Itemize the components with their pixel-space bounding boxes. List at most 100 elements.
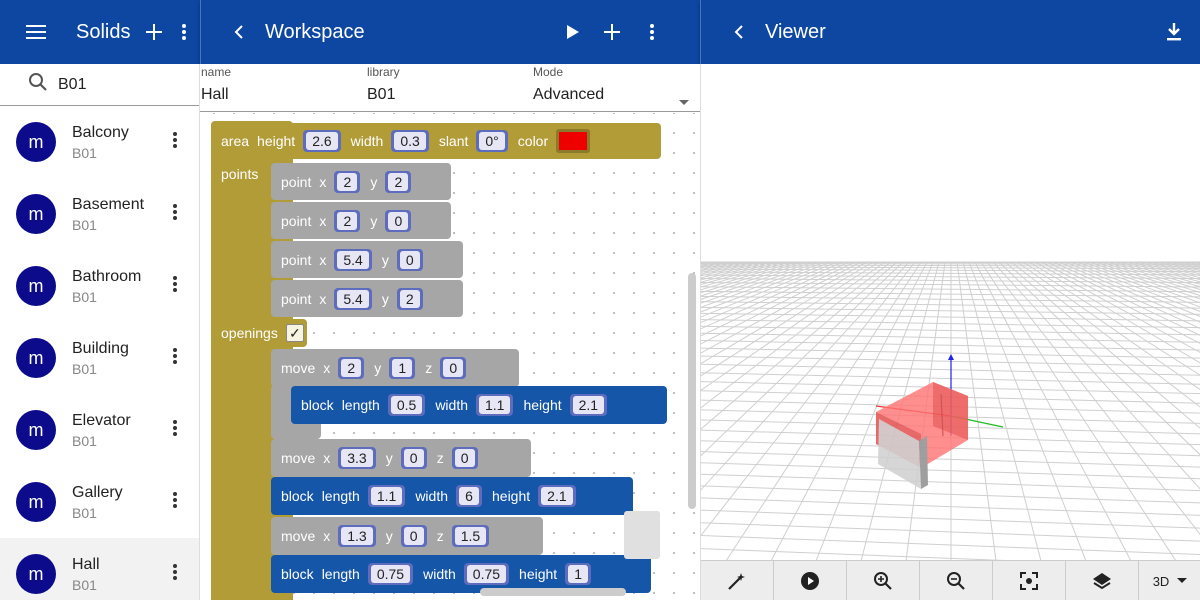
more-vert-icon[interactable]	[173, 132, 177, 153]
point-x-input[interactable]: 2	[334, 209, 361, 232]
dropdown-arrow-icon	[679, 93, 689, 111]
vertical-scrollbar[interactable]	[688, 273, 696, 509]
mode-label: Mode	[533, 65, 564, 79]
more-vert-icon[interactable]	[173, 276, 177, 297]
zoom-in-icon[interactable]	[847, 561, 920, 600]
blockly-canvas[interactable]: area height 2.6 width 0.3 slant 0° color…	[200, 113, 700, 600]
list-item[interactable]: m Gallery B01	[0, 466, 199, 538]
search-icon	[28, 72, 48, 97]
play-icon[interactable]	[555, 14, 591, 50]
add-icon[interactable]	[136, 14, 172, 50]
library-value: B01	[367, 86, 396, 103]
chevron-left-icon[interactable]	[227, 14, 251, 50]
trash-icon[interactable]	[624, 511, 660, 559]
move-block[interactable]: move x 1.3 y 0 z 1.5	[271, 517, 543, 555]
dropdown-arrow-icon	[1177, 578, 1188, 583]
more-vert-icon[interactable]	[173, 492, 177, 513]
menu-icon[interactable]	[18, 14, 54, 50]
search-input[interactable]	[58, 75, 178, 94]
point-block[interactable]: point x 5.4 y 2	[271, 280, 463, 317]
library-label: library	[367, 65, 400, 79]
solids-panel: m Balcony B01 m Basement B01 m Bathroom B01 m Buil…	[0, 64, 200, 600]
horizontal-scrollbar[interactable]	[480, 588, 626, 596]
avatar: m	[16, 122, 56, 162]
solid-name: Basement	[72, 195, 145, 213]
hall-solid	[876, 382, 968, 489]
list-item[interactable]: m Basement B01	[0, 178, 199, 250]
layers-icon[interactable]	[1066, 561, 1139, 600]
add-icon[interactable]	[594, 14, 630, 50]
color-keyword: color	[517, 133, 549, 149]
solid-library: B01	[72, 216, 97, 233]
library-field[interactable]: library B01	[367, 64, 400, 104]
color-swatch[interactable]	[556, 129, 591, 153]
mode-select[interactable]: Mode Advanced	[533, 64, 697, 105]
solids-appbar: Solids	[0, 0, 200, 64]
solid-name: Bathroom	[72, 267, 142, 285]
more-vert-icon[interactable]	[173, 204, 177, 225]
solid-name: Elevator	[72, 411, 131, 429]
play-circle-icon[interactable]	[774, 561, 847, 600]
area-height-input[interactable]: 2.6	[303, 130, 341, 152]
avatar: m	[16, 338, 56, 378]
point-x-input[interactable]: 5.4	[334, 287, 372, 310]
list-item[interactable]: m Bathroom B01	[0, 250, 199, 322]
solids-list: m Balcony B01 m Basement B01 m Bathroom B01 m Buil…	[0, 106, 199, 600]
viewer-title: Viewer	[765, 20, 826, 43]
move-block[interactable]: move x 2 y 1 z 0	[271, 349, 519, 387]
center-focus-icon[interactable]	[993, 561, 1066, 600]
name-label: name	[201, 65, 232, 79]
solid-name: Balcony	[72, 123, 129, 141]
point-y-input[interactable]: 2	[385, 170, 412, 193]
more-vert-icon[interactable]	[173, 348, 177, 369]
more-vert-icon[interactable]	[172, 14, 196, 50]
move-block[interactable]: move x 3.3 y 0 z 0	[271, 439, 531, 477]
point-block[interactable]: point x 2 y 2	[271, 163, 451, 200]
solid-library: B01	[72, 432, 97, 449]
list-item[interactable]: m Elevator B01	[0, 394, 199, 466]
openings-checkbox[interactable]: ✓	[285, 324, 304, 342]
solid-fields: name Hall library B01 Mode Advanced	[200, 64, 700, 112]
avatar: m	[16, 482, 56, 522]
solid-library: B01	[72, 288, 97, 305]
point-block[interactable]: point x 5.4 y 0	[271, 241, 463, 278]
area-slant-input[interactable]: 0°	[476, 130, 508, 152]
zoom-out-icon[interactable]	[920, 561, 993, 600]
solid-library: B01	[72, 576, 97, 593]
more-vert-icon[interactable]	[173, 564, 177, 585]
area-block[interactable]: area height 2.6 width 0.3 slant 0° color	[211, 123, 661, 159]
opening-block[interactable]: block length 0.5 width 1.1 height 2.1	[291, 386, 667, 424]
more-vert-icon[interactable]	[634, 14, 670, 50]
dimension-select[interactable]: 3D	[1139, 561, 1200, 600]
list-item[interactable]: m Building B01	[0, 322, 199, 394]
workspace-title: Workspace	[265, 20, 365, 43]
search-bar	[0, 64, 199, 106]
point-x-input[interactable]: 5.4	[334, 248, 372, 271]
list-item[interactable]: m Hall B01	[0, 538, 199, 600]
height-keyword: height	[257, 133, 296, 149]
3d-scene[interactable]	[701, 64, 1200, 560]
solid-library: B01	[72, 504, 97, 521]
point-y-input[interactable]: 0	[396, 248, 423, 271]
download-icon[interactable]	[1156, 14, 1192, 50]
list-item[interactable]: m Balcony B01	[0, 106, 199, 178]
point-y-input[interactable]: 0	[385, 209, 412, 232]
opening-block[interactable]: block length 1.1 width 6 height 2.1	[271, 477, 633, 515]
point-y-input[interactable]: 2	[396, 287, 423, 310]
dimension-value: 3D	[1152, 573, 1170, 589]
avatar: m	[16, 266, 56, 306]
point-block[interactable]: point x 2 y 0	[271, 202, 451, 239]
avatar: m	[16, 554, 56, 594]
chevron-left-icon[interactable]	[727, 14, 751, 50]
area-width-input[interactable]: 0.3	[391, 130, 429, 152]
solid-name: Building	[72, 339, 129, 357]
area-keyword: area	[221, 133, 250, 149]
avatar: m	[16, 410, 56, 450]
magic-wand-icon[interactable]	[701, 561, 774, 600]
point-x-input[interactable]: 2	[334, 170, 361, 193]
name-field[interactable]: name Hall	[201, 64, 231, 104]
openings-label: openings ✓	[211, 319, 307, 347]
name-value: Hall	[201, 86, 229, 103]
more-vert-icon[interactable]	[173, 420, 177, 441]
avatar: m	[16, 194, 56, 234]
